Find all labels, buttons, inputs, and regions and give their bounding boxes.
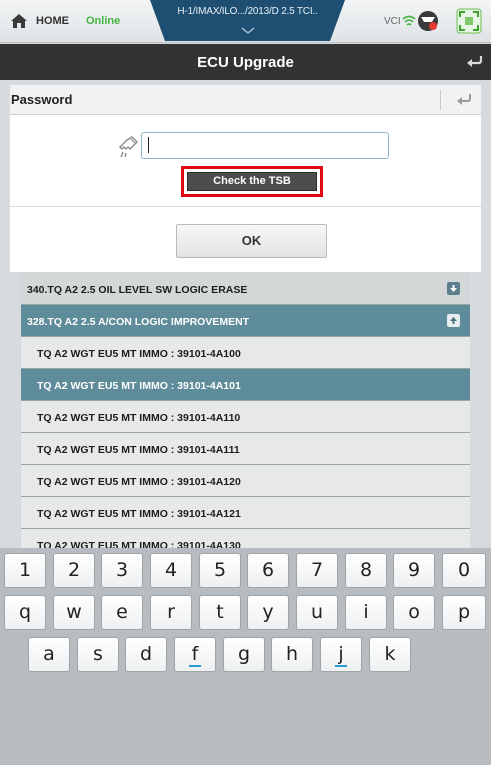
expand-icon[interactable] [447,282,460,295]
key-y[interactable]: y [247,595,289,630]
home-icon[interactable] [10,13,28,29]
key-2[interactable]: 2 [53,553,95,588]
key-h[interactable]: h [271,637,313,672]
text-cursor [148,137,149,153]
title-bar: ECU Upgrade [0,44,491,80]
list-item[interactable]: TQ A2 WGT EU5 MT IMMO : 39101-4A130 [21,529,470,548]
key-p[interactable]: p [442,595,486,630]
list-item-label: TQ A2 WGT EU5 MT IMMO : 39101-4A121 [37,508,241,520]
check-tsb-button[interactable]: Check the TSB [187,172,317,191]
on-screen-keyboard: 1 2 3 4 5 6 7 8 9 0 q w e r t y u i o p … [0,548,491,765]
ok-button[interactable]: OK [176,224,327,258]
list-item[interactable]: TQ A2 WGT EU5 MT IMMO : 39101-4A121 [21,497,470,529]
list-item-label: 328.TQ A2 2.5 A/CON LOGIC IMPROVEMENT [27,316,250,328]
list-item-label: TQ A2 WGT EU5 MT IMMO : 39101-4A120 [37,476,241,488]
dialog-header: Password [10,85,481,115]
home-label[interactable]: HOME [36,15,69,27]
key-t[interactable]: t [199,595,241,630]
list-item-label: TQ A2 WGT EU5 MT IMMO : 39101-4A100 [37,348,241,360]
list-item[interactable]: TQ A2 WGT EU5 MT IMMO : 39101-4A111 [21,433,470,465]
tsb-highlight-frame: Check the TSB [181,166,323,197]
key-a[interactable]: a [28,637,70,672]
vci-adapter-icon[interactable] [416,9,440,33]
key-4[interactable]: 4 [150,553,192,588]
list-item-label: TQ A2 WGT EU5 MT IMMO : 39101-4A130 [37,540,241,548]
vehicle-info[interactable]: H-1/IMAX/ILO.../2013/D 2.5 TCI.. [150,6,345,17]
dialog-back-arrow-icon[interactable] [456,93,472,107]
list-item-label: 340.TQ A2 2.5 OIL LEVEL SW LOGIC ERASE [27,284,248,296]
vci-label: VCI [384,16,401,27]
key-o[interactable]: o [393,595,435,630]
header-divider [440,90,441,110]
list-item[interactable]: TQ A2 WGT EU5 MT IMMO : 39101-4A120 [21,465,470,497]
online-status: Online [86,15,121,27]
key-f[interactable]: f [174,637,216,672]
key-icon [119,136,138,158]
key-i[interactable]: i [345,595,387,630]
scan-icon[interactable] [456,8,482,34]
list-item-label: TQ A2 WGT EU5 MT IMMO : 39101-4A111 [37,444,240,456]
key-j[interactable]: j [320,637,362,672]
ecu-upgrade-list: 340.TQ A2 2.5 OIL LEVEL SW LOGIC ERASE 3… [21,273,470,548]
key-d[interactable]: d [125,637,167,672]
key-w[interactable]: w [53,595,95,630]
key-6[interactable]: 6 [247,553,289,588]
key-g[interactable]: g [223,637,265,672]
key-0[interactable]: 0 [442,553,486,588]
key-5[interactable]: 5 [199,553,241,588]
key-j-label: j [338,643,344,665]
dialog-divider [10,206,481,207]
dialog-title: Password [11,92,73,107]
list-item[interactable]: TQ A2 WGT EU5 MT IMMO : 39101-4A100 [21,337,470,369]
key-1[interactable]: 1 [4,553,46,588]
key-q[interactable]: q [4,595,46,630]
key-r[interactable]: r [150,595,192,630]
list-item-label: TQ A2 WGT EU5 MT IMMO : 39101-4A110 [37,412,241,424]
page-title: ECU Upgrade [197,54,294,71]
chevron-down-icon[interactable] [241,27,255,35]
key-8[interactable]: 8 [345,553,387,588]
key-9[interactable]: 9 [393,553,435,588]
list-group-row[interactable]: 340.TQ A2 2.5 OIL LEVEL SW LOGIC ERASE [21,273,470,305]
status-bar: HOME Online H-1/IMAX/ILO.../2013/D 2.5 T… [0,0,491,43]
list-item-label: TQ A2 WGT EU5 MT IMMO : 39101-4A101 [37,380,241,392]
back-arrow-icon[interactable] [465,54,483,70]
key-u[interactable]: u [296,595,338,630]
home-key-marker [189,665,201,667]
home-key-marker [335,665,347,667]
wifi-icon [402,15,416,26]
key-k[interactable]: k [369,637,411,672]
key-7[interactable]: 7 [296,553,338,588]
collapse-icon[interactable] [447,314,460,327]
key-f-label: f [191,643,199,665]
password-dialog: Password Check the TSB OK [10,85,481,272]
list-item-selected[interactable]: TQ A2 WGT EU5 MT IMMO : 39101-4A101 [21,369,470,401]
key-3[interactable]: 3 [101,553,143,588]
password-input[interactable] [141,132,389,159]
list-item[interactable]: TQ A2 WGT EU5 MT IMMO : 39101-4A110 [21,401,470,433]
key-s[interactable]: s [77,637,119,672]
list-group-row-selected[interactable]: 328.TQ A2 2.5 A/CON LOGIC IMPROVEMENT [21,305,470,337]
key-e[interactable]: e [101,595,143,630]
